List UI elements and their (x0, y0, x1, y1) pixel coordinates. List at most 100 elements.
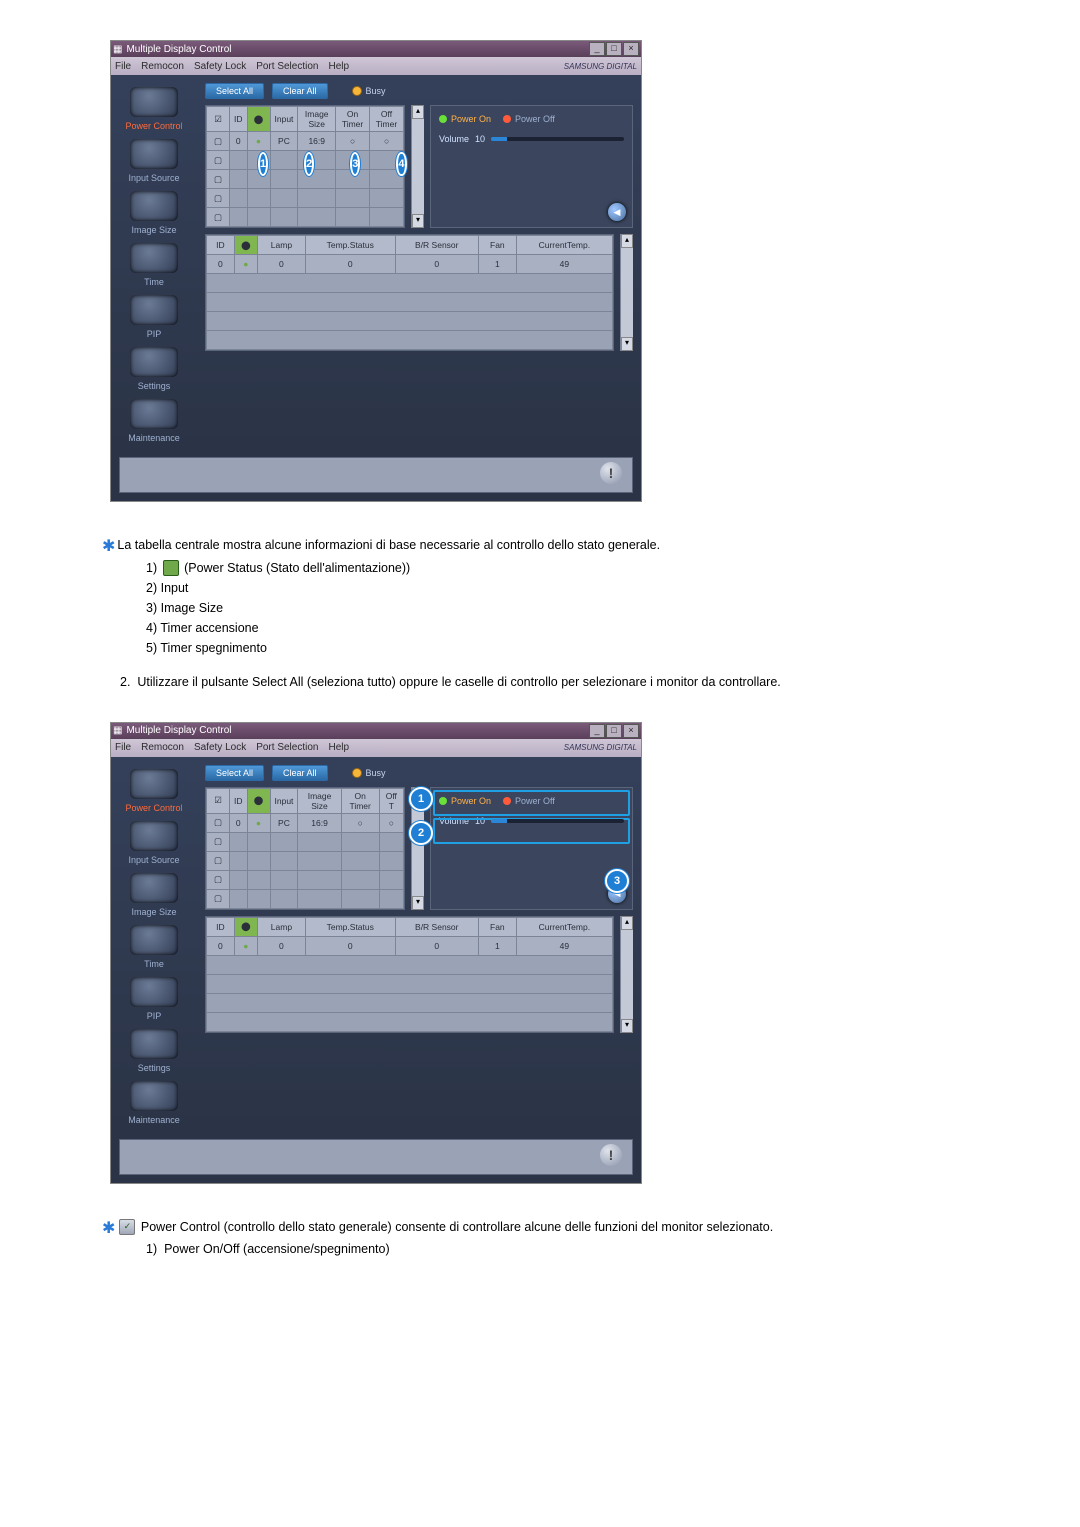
menu-remocon[interactable]: Remocon (141, 61, 184, 72)
volume-control[interactable]: Volume 10 (439, 134, 624, 144)
note1-step2: Utilizzare il pulsante Select All (selez… (137, 675, 780, 689)
menu-file[interactable]: File (115, 742, 131, 753)
sidebar-icon-image-size[interactable] (130, 191, 178, 221)
close-button[interactable]: × (623, 42, 639, 56)
clear-all-button[interactable]: Clear All (272, 83, 328, 99)
speaker-icon[interactable]: ◀ (608, 203, 626, 221)
sidebar-icon-pip[interactable] (130, 295, 178, 325)
sidebar-icon-power[interactable] (130, 87, 178, 117)
sidebar-icon-image-size[interactable] (130, 873, 178, 903)
volume-value: 10 (475, 134, 485, 144)
brand-label: SAMSUNG DIGITAL (564, 743, 637, 752)
sidebar-icon-settings[interactable] (130, 347, 178, 377)
sidebar-item-image-size[interactable]: Image Size (131, 907, 176, 917)
menubar: File Remocon Safety Lock Port Selection … (111, 739, 641, 757)
power-off-button[interactable]: Power Off (503, 114, 555, 124)
app-icon: ▦ (113, 44, 122, 55)
sidebar-item-image-size[interactable]: Image Size (131, 225, 176, 235)
volume-label: Volume (439, 134, 469, 144)
minimize-button[interactable]: _ (589, 42, 605, 56)
menu-file[interactable]: File (115, 61, 131, 72)
busy-dot-icon (352, 86, 362, 96)
close-button[interactable]: × (623, 724, 639, 738)
sidebar-icon-settings[interactable] (130, 1029, 178, 1059)
menu-help[interactable]: Help (328, 742, 349, 753)
sidebar-item-pip[interactable]: PIP (147, 329, 162, 339)
callout-2: 2 (409, 821, 433, 845)
maximize-button[interactable]: □ (606, 42, 622, 56)
power-on-button[interactable]: Power On (439, 114, 491, 124)
sidebar-icon-power[interactable] (130, 769, 178, 799)
scrollbar[interactable]: ▴ ▾ (620, 916, 633, 1033)
note1-intro: La tabella centrale mostra alcune inform… (117, 538, 660, 552)
busy-dot-icon (352, 768, 362, 778)
menu-port-selection[interactable]: Port Selection (256, 742, 318, 753)
select-all-button[interactable]: Select All (205, 83, 264, 99)
brand-label: SAMSUNG DIGITAL (564, 62, 637, 71)
menu-help[interactable]: Help (328, 61, 349, 72)
note1-i2: Input (161, 581, 189, 595)
scroll-down-button[interactable]: ▾ (621, 1019, 633, 1033)
menu-safety-lock[interactable]: Safety Lock (194, 61, 246, 72)
sidebar-icon-time[interactable] (130, 243, 178, 273)
maximize-button[interactable]: □ (606, 724, 622, 738)
clear-all-button[interactable]: Clear All (272, 765, 328, 781)
checkbox-icon: ✓ (119, 1219, 135, 1235)
sidebar-item-time[interactable]: Time (144, 277, 164, 287)
sidebar-icon-maintenance[interactable] (130, 399, 178, 429)
scroll-down-button[interactable]: ▾ (412, 214, 424, 228)
scrollbar[interactable]: ▴ ▾ (620, 234, 633, 351)
notes-block-1: ✱La tabella centrale mostra alcune infor… (120, 532, 1010, 692)
sidebar-item-power-control[interactable]: Power Control (125, 121, 182, 131)
scroll-down-button[interactable]: ▾ (621, 337, 633, 351)
menu-remocon[interactable]: Remocon (141, 742, 184, 753)
sidebar-item-pip[interactable]: PIP (147, 1011, 162, 1021)
titlebar: ▦ Multiple Display Control _ □ × (111, 723, 641, 739)
power-on-icon (439, 115, 447, 123)
top-grid[interactable]: ☑ ID ⬤ Input Image Size On Timer Off T ▢… (206, 788, 404, 909)
control-panel: Power On Power Off Volume 10 ◀ (430, 105, 633, 228)
bullet-star-icon: ✱ (102, 1220, 115, 1237)
scroll-up-button[interactable]: ▴ (621, 234, 633, 248)
window-title: Multiple Display Control (126, 44, 231, 55)
scroll-up-button[interactable]: ▴ (412, 105, 424, 119)
sidebar-item-settings[interactable]: Settings (138, 381, 171, 391)
callout-1: 1 (258, 152, 268, 176)
callout-4: 4 (396, 152, 406, 176)
bottom-grid[interactable]: ID ⬤ Lamp Temp.Status B/R Sensor Fan Cur… (206, 917, 613, 1032)
sidebar-item-time[interactable]: Time (144, 959, 164, 969)
sidebar-item-power-control[interactable]: Power Control (125, 803, 182, 813)
sidebar-item-maintenance[interactable]: Maintenance (128, 433, 180, 443)
sidebar-icon-input[interactable] (130, 821, 178, 851)
menu-port-selection[interactable]: Port Selection (256, 61, 318, 72)
volume-slider[interactable] (491, 137, 624, 141)
scroll-down-button[interactable]: ▾ (412, 896, 424, 910)
sidebar-item-maintenance[interactable]: Maintenance (128, 1115, 180, 1125)
bullet-star-icon: ✱ (102, 538, 115, 555)
menu-safety-lock[interactable]: Safety Lock (194, 742, 246, 753)
sidebar: Power Control Input Source Image Size Ti… (111, 75, 197, 451)
callout-3: 3 (605, 869, 629, 893)
sidebar-icon-pip[interactable] (130, 977, 178, 1007)
window-title: Multiple Display Control (126, 725, 231, 736)
app-window-1: ▦ Multiple Display Control _ □ × File Re… (110, 40, 642, 502)
sidebar-item-input-source[interactable]: Input Source (128, 173, 179, 183)
note2-intro: Power Control (controllo dello stato gen… (141, 1220, 773, 1234)
menubar: File Remocon Safety Lock Port Selection … (111, 57, 641, 75)
busy-label: Busy (366, 86, 386, 96)
titlebar: ▦ Multiple Display Control _ □ × (111, 41, 641, 57)
alert-icon[interactable]: ! (600, 1144, 622, 1166)
control-panel: Power On Power Off Volume 10 ◀ (430, 787, 633, 910)
sidebar-item-settings[interactable]: Settings (138, 1063, 171, 1073)
sidebar-item-input-source[interactable]: Input Source (128, 855, 179, 865)
sidebar-icon-input[interactable] (130, 139, 178, 169)
select-all-button[interactable]: Select All (205, 765, 264, 781)
scroll-up-button[interactable]: ▴ (621, 916, 633, 930)
sidebar-icon-time[interactable] (130, 925, 178, 955)
status-strip: ! (119, 457, 633, 493)
minimize-button[interactable]: _ (589, 724, 605, 738)
bottom-grid[interactable]: ID ⬤ Lamp Temp.Status B/R Sensor Fan Cur… (206, 235, 613, 350)
alert-icon[interactable]: ! (600, 462, 622, 484)
sidebar-icon-maintenance[interactable] (130, 1081, 178, 1111)
volume-slider[interactable] (491, 819, 624, 823)
